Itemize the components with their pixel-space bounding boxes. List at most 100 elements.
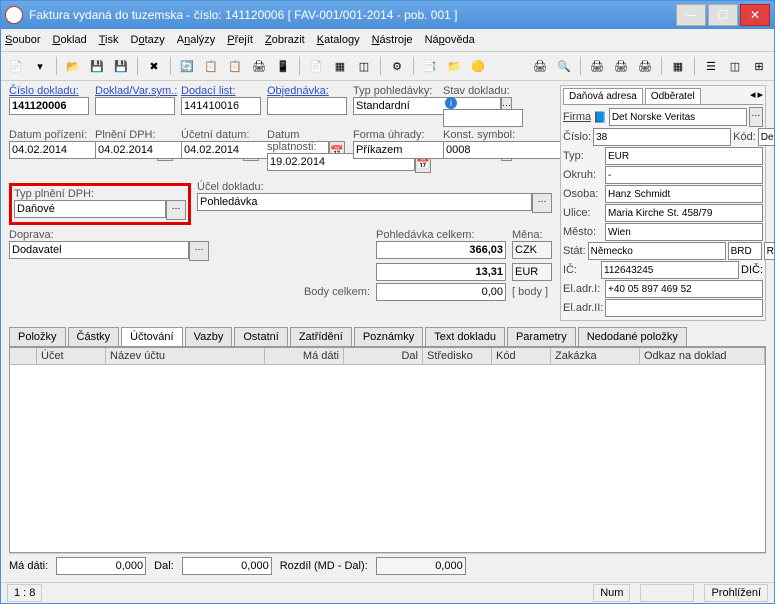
tab-nedodane[interactable]: Nedodané položky [578, 327, 687, 346]
addr-tab-odberatel[interactable]: Odběratel [645, 88, 701, 104]
cislo-dokladu-input[interactable] [9, 97, 89, 115]
stav-dokladu-input[interactable] [443, 109, 523, 127]
menu-dotazy[interactable]: Dotazy [131, 34, 165, 46]
addr-typ[interactable] [605, 147, 763, 165]
label-objednavka[interactable]: Objednávka: [267, 85, 347, 97]
sms-icon[interactable]: 📱 [272, 55, 294, 77]
preview-icon[interactable]: 🔍 [553, 55, 575, 77]
label-doklad-varsym[interactable]: Doklad/Var.sym.: [95, 85, 175, 97]
printer4-icon[interactable]: 🖨 [634, 55, 656, 77]
copy2-icon[interactable]: 📋 [224, 55, 246, 77]
save2-icon[interactable]: 💾 [110, 55, 132, 77]
tab-zatrideni[interactable]: Zatřídění [290, 327, 352, 346]
menu-tisk[interactable]: Tisk [99, 34, 119, 46]
tab-ostatni[interactable]: Ostatní [234, 327, 287, 346]
toolex3-icon[interactable]: 🟡 [467, 55, 489, 77]
label-cislo-dokladu[interactable]: Číslo dokladu: [9, 85, 89, 97]
col-odkaz[interactable]: Odkaz na doklad [640, 348, 765, 364]
new-icon[interactable]: 📄 [5, 55, 27, 77]
tab-poznamky[interactable]: Poznámky [354, 327, 423, 346]
label-dodaci-list[interactable]: Dodací list: [181, 85, 261, 97]
printer3-icon[interactable]: 🖨 [610, 55, 632, 77]
delete-icon[interactable]: ✖ [143, 55, 165, 77]
maximize-button[interactable]: ☐ [708, 4, 738, 26]
addr-cislo[interactable] [593, 128, 731, 146]
addr-stat-kod[interactable] [728, 242, 762, 260]
toolex2-icon[interactable]: 📁 [443, 55, 465, 77]
gridview-icon[interactable]: ▦ [667, 55, 689, 77]
dodaci-list-input[interactable] [181, 97, 261, 115]
addr-stat[interactable] [588, 242, 726, 260]
menu-nastroje[interactable]: Nástroje [372, 34, 413, 46]
addr-osoba[interactable] [605, 185, 763, 203]
tab-castky[interactable]: Částky [68, 327, 120, 346]
toolnext1-icon[interactable]: 📄 [305, 55, 327, 77]
objednavka-input[interactable] [267, 97, 347, 115]
addr-ic[interactable] [601, 261, 739, 279]
grid-body[interactable] [10, 365, 765, 552]
toolex1-icon[interactable]: 📑 [419, 55, 441, 77]
save-icon[interactable]: 💾 [86, 55, 108, 77]
tab-parametry[interactable]: Parametry [507, 327, 576, 346]
addr-okruh[interactable] [605, 166, 763, 184]
refresh-icon[interactable]: 🔄 [176, 55, 198, 77]
menu-prejit[interactable]: Přejít [227, 34, 253, 46]
col-blank[interactable] [10, 348, 37, 364]
tab-textdokladu[interactable]: Text dokladu [425, 327, 505, 346]
addr-firma-label[interactable]: Firma [563, 111, 591, 123]
col-dal[interactable]: Dal [344, 348, 423, 364]
addr-tab-danova[interactable]: Daňová adresa [563, 88, 643, 104]
addr-scroll-left[interactable]: ◂ [750, 88, 756, 104]
gear-icon[interactable]: ⚙ [386, 55, 408, 77]
print-icon[interactable]: 🖨 [248, 55, 270, 77]
toolnext3-icon[interactable]: ◫ [353, 55, 375, 77]
addr-eladr1[interactable] [605, 280, 763, 298]
layout1-icon[interactable]: ☰ [700, 55, 722, 77]
printer1-icon[interactable]: 🖨 [529, 55, 551, 77]
menu-soubor[interactable]: Soubor [5, 34, 40, 46]
addr-firma[interactable] [609, 108, 747, 126]
ucel-dokladu-lookup[interactable]: ⋯ [532, 193, 552, 213]
doprava-lookup[interactable]: ⋯ [189, 241, 209, 261]
col-kod[interactable]: Kód [492, 348, 551, 364]
open-icon[interactable]: 📂 [62, 55, 84, 77]
dropdown-icon[interactable]: ▾ [29, 55, 51, 77]
col-ucet[interactable]: Účet [37, 348, 106, 364]
addr-scroll-right[interactable]: ▸ [757, 88, 763, 104]
menu-analyzy[interactable]: Analýzy [177, 34, 216, 46]
addr-ulice[interactable] [605, 204, 763, 222]
accounting-grid[interactable]: Účet Název účtu Má dáti Dal Středisko Kó… [9, 347, 766, 553]
col-nazev[interactable]: Název účtu [106, 348, 265, 364]
pohledavka-eur-input[interactable] [376, 263, 506, 281]
tab-vazby[interactable]: Vazby [185, 327, 233, 346]
typ-plneni-dph-input[interactable] [14, 200, 166, 218]
addr-eladr2[interactable] [605, 299, 763, 317]
doprava-input[interactable] [9, 241, 189, 259]
tab-uctovani[interactable]: Účtování [121, 327, 182, 346]
menu-doklad[interactable]: Doklad [52, 34, 86, 46]
menu-katalogy[interactable]: Katalogy [317, 34, 360, 46]
layout2-icon[interactable]: ◫ [724, 55, 746, 77]
doklad-varsym-input[interactable] [95, 97, 175, 115]
col-zakazka[interactable]: Zakázka [551, 348, 640, 364]
body-celkem-input[interactable] [376, 283, 506, 301]
addr-firma-lookup[interactable]: ⋯ [749, 107, 763, 127]
minimize-button[interactable]: ─ [676, 4, 706, 26]
menu-napoveda[interactable]: Nápověda [425, 34, 475, 46]
copy-icon[interactable]: 📋 [200, 55, 222, 77]
typ-plneni-dph-lookup[interactable]: ⋯ [166, 200, 186, 220]
book-icon[interactable]: 📘 [593, 111, 607, 124]
pohledavka-czk-input[interactable] [376, 241, 506, 259]
close-button[interactable]: ✕ [740, 4, 770, 26]
ucel-dokladu-input[interactable] [197, 193, 532, 211]
toolnext2-icon[interactable]: ▦ [329, 55, 351, 77]
col-stredisko[interactable]: Středisko [423, 348, 492, 364]
addr-stat-r[interactable] [764, 242, 774, 260]
addr-kod[interactable] [758, 128, 774, 146]
addr-mesto[interactable] [605, 223, 763, 241]
col-madati[interactable]: Má dáti [265, 348, 344, 364]
tab-polozky[interactable]: Položky [9, 327, 66, 346]
menu-zobrazit[interactable]: Zobrazit [265, 34, 305, 46]
layout3-icon[interactable]: ⊞ [748, 55, 770, 77]
info-icon[interactable]: i [445, 97, 457, 109]
